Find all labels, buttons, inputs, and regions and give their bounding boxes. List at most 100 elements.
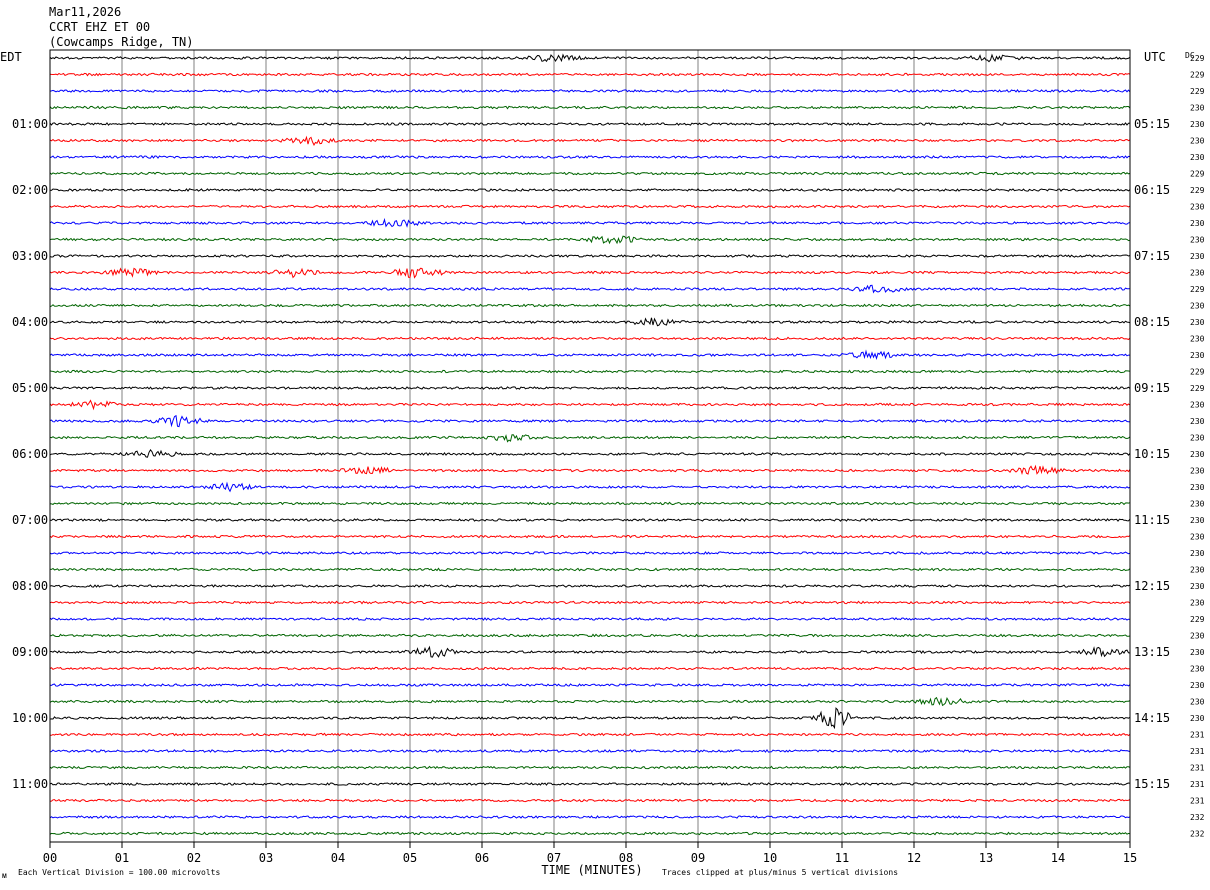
helicorder-plot: Mar11,2026 CCRT EHZ ET 00 (Cowcamps Ridg… [0,5,1205,880]
seismic-trace [49,534,1131,539]
scale-note: Each Vertical Division = 100.00 microvol… [18,868,220,877]
dc-offset-label: 231 [1190,747,1205,756]
dc-offset-label: 230 [1190,549,1205,558]
dc-offset-label: 230 [1190,252,1205,261]
seismic-trace [49,765,1131,770]
dc-offset-label: 230 [1190,467,1205,476]
right-hour-label: 05:15 [1134,117,1170,131]
right-hour-label: 15:15 [1134,777,1170,791]
x-tick-label: 00 [43,851,57,865]
date-label: Mar11,2026 [49,5,121,19]
seismic-trace [49,89,1131,93]
seismic-trace [49,749,1131,753]
x-tick-label: 02 [187,851,201,865]
seismic-trace [49,122,1131,126]
x-tick-label: 11 [835,851,849,865]
seismic-trace [49,336,1131,341]
seismic-trace [49,414,1131,428]
right-hour-label: 10:15 [1134,447,1170,461]
dc-offset-label: 230 [1190,351,1205,360]
dc-offset-label: 230 [1190,203,1205,212]
dc-offset-label: 230 [1190,483,1205,492]
x-tick-label: 04 [331,851,345,865]
dc-offset-label: 230 [1190,104,1205,113]
seismic-trace [49,567,1131,572]
x-tick-label: 15 [1123,851,1137,865]
dc-offset-label: 230 [1190,582,1205,591]
seismic-trace [49,349,1130,360]
seismogram-chart: Mar11,2026 CCRT EHZ ET 00 (Cowcamps Ridg… [0,0,1210,890]
dc-offset-label: 229 [1190,384,1205,393]
dc-offset-label: 229 [1190,285,1205,294]
right-hour-label: 12:15 [1134,579,1170,593]
seismic-trace [49,386,1131,390]
left-hour-label: 03:00 [12,249,48,263]
station-label: CCRT EHZ ET 00 [49,20,150,34]
seismic-trace [49,501,1131,506]
right-hour-label: 13:15 [1134,645,1170,659]
x-tick-label: 12 [907,851,921,865]
dc-offset-label: 230 [1190,632,1205,641]
dc-offset-label: 229 [1190,615,1205,624]
seismic-trace [49,707,1131,730]
grid-lines [121,50,1059,842]
seismic-trace [49,303,1131,308]
dc-offset-label: 229 [1190,368,1205,377]
seismic-trace [49,217,1131,228]
x-tick-label: 09 [691,851,705,865]
right-timezone-label: UTC [1144,50,1166,64]
right-hour-label: 09:15 [1134,381,1170,395]
dc-offset-label: 230 [1190,417,1205,426]
dc-offset-label: 229 [1190,87,1205,96]
seismic-trace [49,831,1131,836]
seismic-trace [49,204,1131,209]
seismic-trace [49,188,1131,192]
right-hour-label: 14:15 [1134,711,1170,725]
dc-offset-label: 231 [1190,731,1205,740]
dc-offset-label: 230 [1190,698,1205,707]
dc-offset-label: 230 [1190,302,1205,311]
left-hour-label: 06:00 [12,447,48,461]
dc-offset-label: 230 [1190,269,1205,278]
seismic-trace [49,782,1131,786]
dc-offset-label: 231 [1190,780,1205,789]
seismic-trace [49,633,1131,638]
seismic-trace [49,171,1131,176]
seismic-trace [49,584,1131,588]
left-hour-label: 05:00 [12,381,48,395]
x-tick-label: 13 [979,851,993,865]
dc-offset-label: 230 [1190,434,1205,443]
seismic-trace [49,518,1131,522]
seismic-trace [49,449,1131,458]
dc-offset-label: 231 [1190,764,1205,773]
right-hour-label: 08:15 [1134,315,1170,329]
seismic-trace [49,798,1131,803]
seismic-trace [49,155,1131,159]
seismic-trace [49,617,1130,621]
left-hour-label: 04:00 [12,315,48,329]
dc-offset-label: 230 [1190,335,1205,344]
seismic-trace [50,732,1131,737]
seismic-trace [49,53,1131,63]
dc-offset-label: 230 [1190,665,1205,674]
dc-offset-label: 230 [1190,137,1205,146]
seismic-trace [49,317,1131,327]
dc-offset-label: 230 [1190,401,1205,410]
seismic-trace [49,267,1131,279]
seismic-trace [49,464,1131,476]
x-axis-title: TIME (MINUTES) [541,863,642,877]
axis-labels: 00 01 02 03 04 05 06 07 08 09 10 11 12 13 14 1522922922… [12,54,1205,865]
dc-offset-label: 230 [1190,599,1205,608]
right-hour-label: 06:15 [1134,183,1170,197]
dc-offset-label: 230 [1190,516,1205,525]
seismic-trace [49,666,1131,671]
dc-offset-label: 230 [1190,681,1205,690]
plot-frame [49,49,1131,843]
left-hour-label: 07:00 [12,513,48,527]
seismic-trace [49,254,1131,258]
left-hour-label: 10:00 [12,711,48,725]
clip-note: Traces clipped at plus/minus 5 vertical … [662,868,898,877]
seismic-trace [49,481,1131,493]
seismic-trace [49,135,1131,146]
left-hour-label: 09:00 [12,645,48,659]
